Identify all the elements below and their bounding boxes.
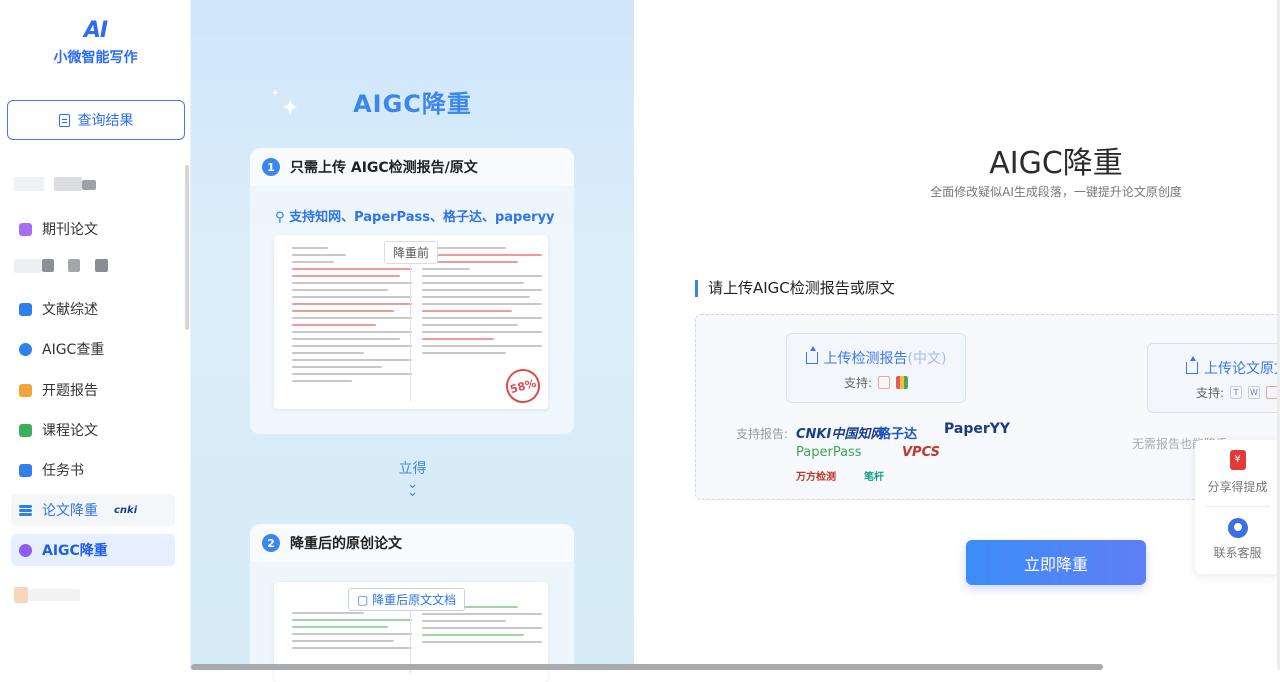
pin-icon: ⚲ [275, 210, 285, 225]
sidebar-item-literature[interactable]: 文献综述 [11, 293, 175, 325]
brand-wanfang: 万方检测 [796, 472, 836, 483]
step1-title: 只需上传 AIGC检测报告/原文 [290, 160, 478, 176]
support-label: 支持: [843, 376, 873, 390]
journal-icon [19, 222, 32, 236]
after-tag-label: 降重后原文文档 [372, 593, 457, 607]
book-icon [19, 423, 32, 437]
pdf-icon [878, 376, 891, 389]
blurred-item [95, 259, 108, 272]
step1-card: 1 只需上传 AIGC检测报告/原文 ⚲ 支持知网、PaperPass、格子达、… [250, 148, 574, 434]
file-icon: ▢ [357, 593, 369, 607]
upload-dropzone[interactable]: 上传检测报告(中文) 支持: 上传论文原文 支持: T W 支持报告: CNKI中国… [695, 314, 1280, 500]
step1-header: 1 只需上传 AIGC检测报告/原文 [250, 148, 574, 186]
cnki-logo: cnki [114, 504, 138, 516]
promo-panel: ✦ ✦ AIGC降重 1 只需上传 AIGC检测报告/原文 ⚲ 支持知网、Pap… [191, 0, 634, 682]
logo[interactable]: AI 小微智能写作 [0, 18, 191, 67]
support-text: 支持知网、PaperPass、格子达、paperyy [289, 210, 555, 225]
brand-paperpass: PaperPass [796, 445, 862, 460]
sidebar-item-aigc-rewrite[interactable]: AIGC降重 [11, 534, 175, 566]
sidebar-item-label: AIGC查重 [42, 342, 105, 358]
blurred-item [14, 587, 28, 603]
sidebar-item-label: 期刊论文 [42, 222, 98, 238]
gift-icon: ¥ [1229, 450, 1246, 470]
sidebar-item-task[interactable]: 任务书 [11, 454, 175, 486]
headset-icon [1227, 518, 1248, 538]
sidebar-item-label: 文献综述 [42, 302, 98, 318]
horizontal-scrollbar[interactable] [191, 664, 1103, 670]
logo-text: 小微智能写作 [53, 50, 138, 66]
brand-vpcs: VPCS [902, 445, 941, 460]
rar-icon [896, 376, 909, 389]
blurred-item [14, 177, 44, 191]
query-results-label: 查询结果 [77, 113, 134, 129]
sidebar-item-course[interactable]: 课程论文 [11, 414, 175, 446]
search-icon [19, 342, 32, 356]
word-icon: W [1248, 386, 1261, 399]
sidebar-item-journal[interactable]: 期刊论文 [11, 213, 175, 245]
start-rewrite-button[interactable]: 立即降重 [966, 540, 1146, 585]
upload-report-button[interactable]: 上传检测报告(中文) 支持: [786, 333, 966, 403]
upload-icon [805, 346, 818, 364]
blurred-item [54, 177, 82, 191]
upload-report-label: 上传检测报告 [823, 351, 908, 367]
logo-mark: AI [83, 18, 108, 43]
before-tag: 降重前 [384, 241, 439, 264]
step2-header: 2 降重后的原创论文 [250, 524, 574, 562]
brands-label: 支持报告: [736, 427, 789, 441]
blurred-item [42, 259, 54, 272]
upload-paper-button[interactable]: 上传论文原文 支持: T W [1147, 343, 1280, 413]
sidebar-item-aigc-check[interactable]: AIGC查重 [11, 333, 175, 365]
proposal-icon [19, 383, 32, 397]
arrow-text: 立得 [398, 461, 427, 477]
blurred-item [28, 589, 80, 601]
sidebar-item-label: 课程论文 [42, 423, 98, 439]
sidebar-item-label: 论文降重 [42, 503, 98, 519]
sidebar-item-label: AIGC降重 [42, 543, 108, 559]
step2-title: 降重后的原创论文 [290, 536, 402, 552]
promo-title: AIGC降重 [353, 90, 472, 118]
blurred-item [14, 259, 42, 273]
blurred-item [82, 180, 96, 190]
service-label: 联系客服 [1213, 546, 1262, 560]
brand-bigan: 笔杆 [864, 472, 884, 483]
before-document-preview: 降重前 58% [274, 235, 548, 409]
chevron-down-icon: ⌄ ⌄ [406, 476, 419, 500]
brand-gezida: 格子达 [878, 427, 918, 442]
ai-score-badge: 58% [502, 365, 544, 407]
brand-paperyy: PaperYY [944, 421, 1011, 437]
upload-icon [1186, 356, 1198, 374]
step-number: 2 [262, 534, 280, 552]
clipboard-icon [19, 463, 32, 477]
upload-paper-label: 上传论文原文 [1204, 361, 1280, 377]
sidebar: AI 小微智能写作 查询结果 期刊论文 文献综述 AIGC查重 开题报告 课程论… [0, 0, 191, 670]
divider [1205, 506, 1270, 507]
upload-section-label: 请上传AIGC检测报告或原文 [695, 280, 895, 297]
floating-panel: ¥ 分享得提成 联系客服 [1195, 440, 1280, 574]
list-icon [19, 508, 32, 512]
blurred-item [68, 259, 80, 272]
share-button[interactable]: ¥ 分享得提成 [1195, 450, 1280, 495]
step-number: 1 [262, 158, 280, 176]
sidebar-item-label: 任务书 [42, 463, 84, 479]
query-results-button[interactable]: 查询结果 [7, 100, 185, 140]
sidebar-item-label: 开题报告 [42, 383, 98, 399]
literature-icon [19, 302, 32, 316]
sidebar-item-proposal[interactable]: 开题报告 [11, 374, 175, 406]
step2-card: 2 降重后的原创论文 ▢ 降重后原文文档 [250, 524, 574, 682]
brand-cnki: CNKI中国知网 [796, 427, 884, 442]
txt-icon: T [1230, 386, 1243, 399]
page-title: AIGC降重 [989, 146, 1123, 181]
share-label: 分享得提成 [1207, 480, 1268, 494]
sidebar-scrollbar[interactable] [185, 165, 189, 330]
document-icon [58, 113, 70, 127]
after-tag: ▢ 降重后原文文档 [348, 588, 466, 611]
upload-report-hint: (中文) [907, 351, 947, 367]
support-label: 支持: [1195, 386, 1225, 400]
page-subtitle: 全面修改疑似AI生成段落，一键提升论文原创度 [930, 185, 1182, 199]
ai-icon [19, 543, 32, 557]
sidebar-item-rewrite[interactable]: 论文降重 cnki [11, 494, 175, 526]
customer-service-button[interactable]: 联系客服 [1195, 518, 1280, 561]
support-line: ⚲ 支持知网、PaperPass、格子达、paperyy [275, 206, 555, 225]
